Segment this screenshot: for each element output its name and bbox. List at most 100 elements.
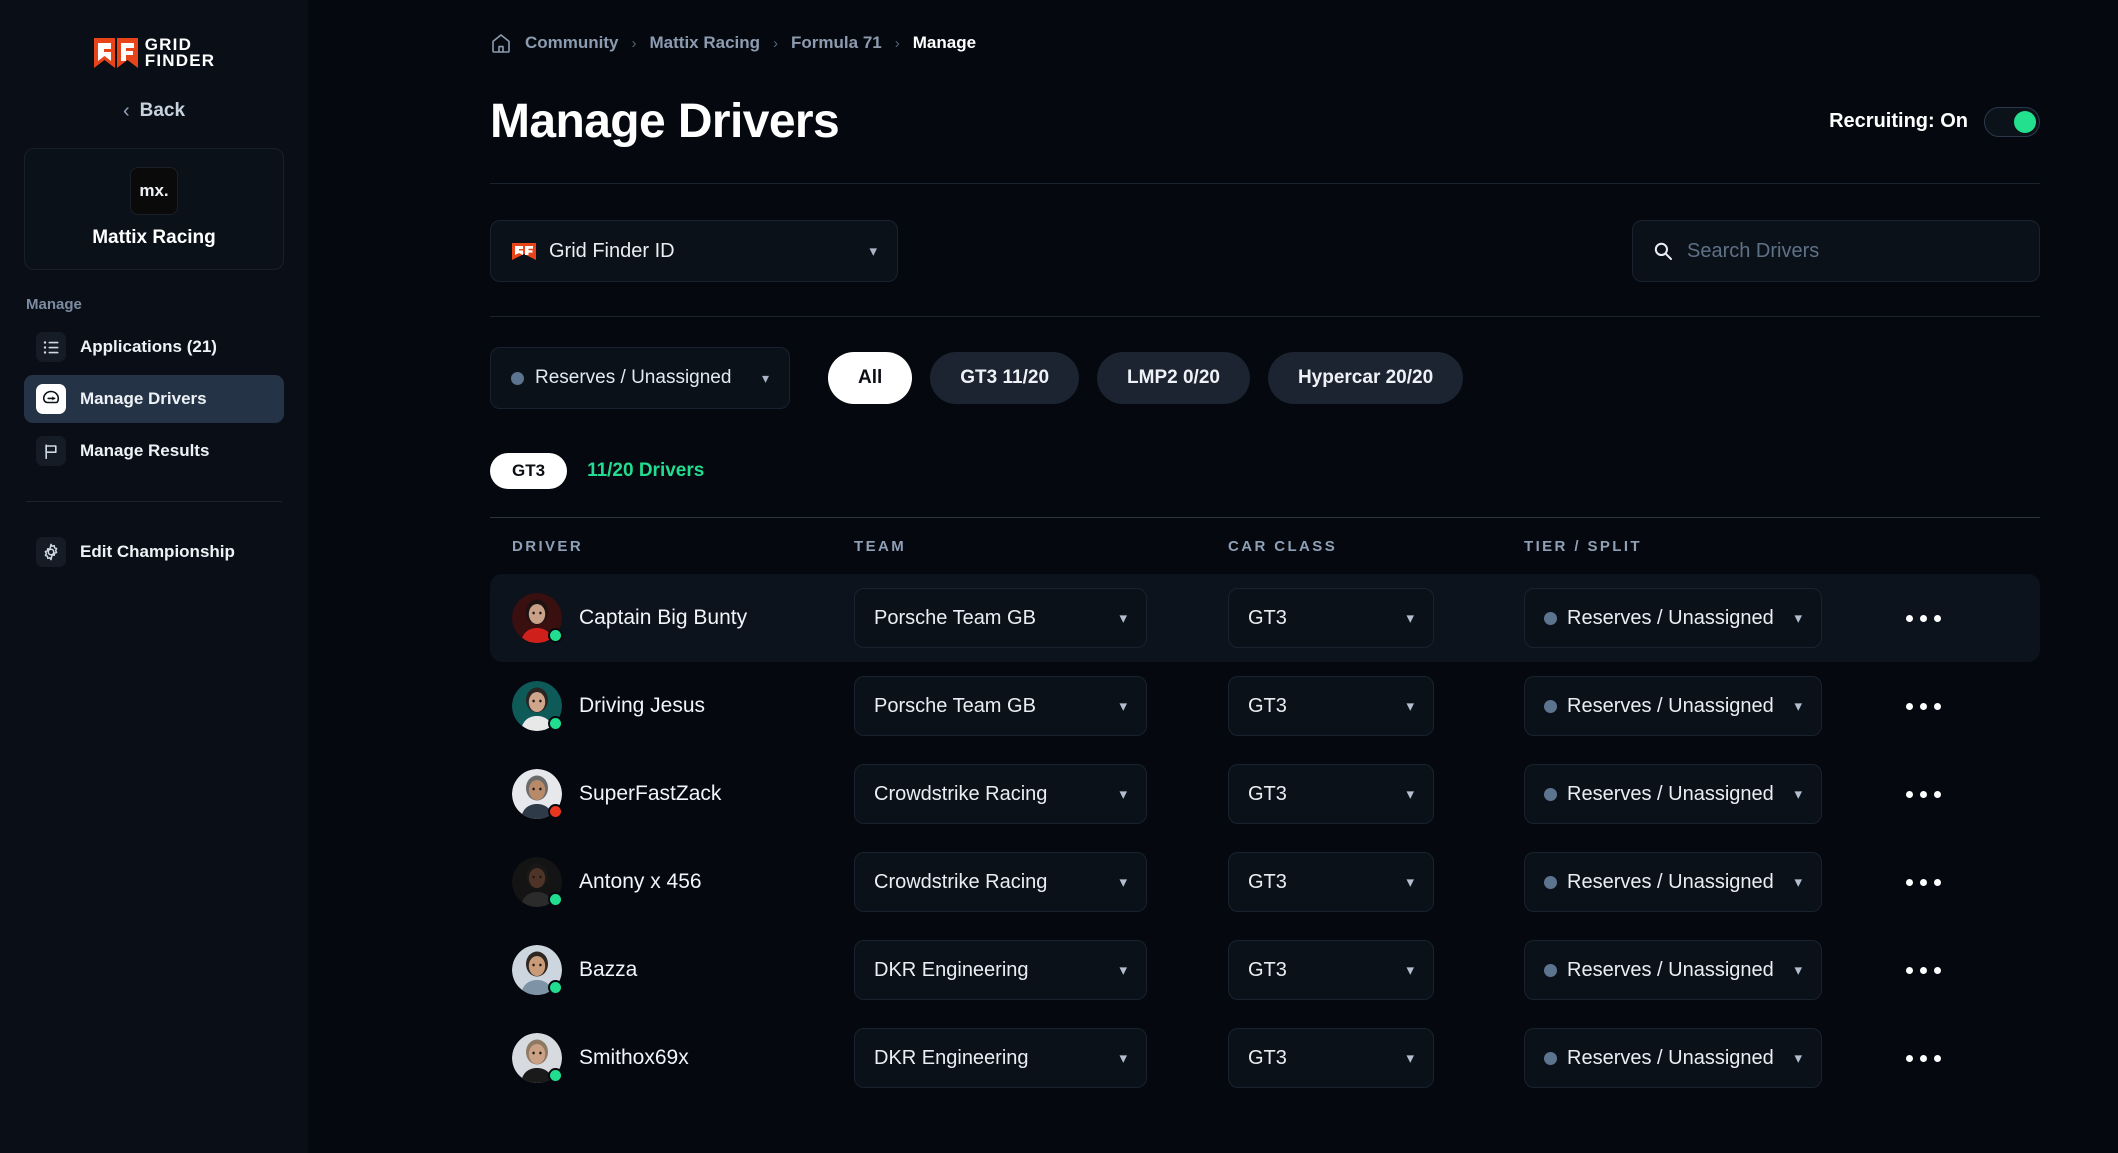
sidebar-item-manage-results[interactable]: Manage Results	[24, 427, 284, 475]
tier-split-select[interactable]: Reserves / Unassigned ▾	[1524, 588, 1822, 648]
team-select[interactable]: Porsche Team GB▾	[854, 588, 1147, 648]
team-card[interactable]: mx. Mattix Racing	[24, 148, 284, 270]
tier-split-select[interactable]: Reserves / Unassigned▾	[1524, 940, 1822, 1000]
avatar	[512, 769, 562, 819]
search-drivers-box[interactable]	[1632, 220, 2040, 282]
car-class-select-value: GT3	[1248, 959, 1396, 982]
chevron-down-icon: ▾	[1406, 609, 1414, 627]
tier-split-select[interactable]: Reserves / Unassigned▾	[1524, 764, 1822, 824]
table-header: DRIVER TEAM CAR CLASS TIER / SPLIT	[490, 518, 2040, 574]
car-class-select[interactable]: GT3▾	[1228, 764, 1434, 824]
class-pill-gt3[interactable]: GT3 11/20	[930, 352, 1079, 404]
table-row[interactable]: SuperFastZackCrowdstrike Racing▾GT3▾Rese…	[490, 750, 2040, 838]
car-class-select-value: GT3	[1248, 607, 1396, 630]
team-select[interactable]: Crowdstrike Racing▾	[854, 764, 1147, 824]
more-options-icon[interactable]	[1892, 967, 1941, 974]
class-pill-all[interactable]: All	[828, 352, 912, 404]
app-logo[interactable]: GRID FINDER	[24, 36, 284, 70]
breadcrumb-item-community[interactable]: Community	[525, 33, 619, 53]
list-icon	[36, 332, 66, 362]
more-options-icon[interactable]	[1892, 1055, 1941, 1062]
class-pill-hypercar[interactable]: Hypercar 20/20	[1268, 352, 1463, 404]
breadcrumb-item-formula-71[interactable]: Formula 71	[791, 33, 882, 53]
tier-split-select-value: Reserves / Unassigned	[1567, 871, 1784, 894]
chevron-down-icon: ▾	[1794, 609, 1802, 627]
logo-text-line2: FINDER	[145, 53, 215, 69]
car-class-select[interactable]: GT3▾	[1228, 852, 1434, 912]
breadcrumb: Community › Mattix Racing › Formula 71 ›…	[490, 26, 2040, 60]
team-select-value: DKR Engineering	[874, 959, 1109, 982]
class-chip-gt3: GT3	[490, 453, 567, 489]
car-class-cell: GT3▾	[1228, 676, 1524, 736]
table-row[interactable]: BazzaDKR Engineering▾GT3▾Reserves / Unas…	[490, 926, 2040, 1014]
team-name: Mattix Racing	[92, 227, 216, 249]
class-pill-lmp2[interactable]: LMP2 0/20	[1097, 352, 1250, 404]
back-label: Back	[140, 100, 185, 122]
team-select-value: DKR Engineering	[874, 1047, 1109, 1070]
actions-cell	[1892, 967, 2040, 974]
table-row[interactable]: Antony x 456Crowdstrike Racing▾GT3▾Reser…	[490, 838, 2040, 926]
search-input[interactable]	[1687, 240, 2019, 263]
table-row[interactable]: Smithox69xDKR Engineering▾GT3▾Reserves /…	[490, 1014, 2040, 1102]
chevron-down-icon: ▾	[869, 242, 877, 260]
status-indicator-online	[548, 980, 563, 995]
recruiting-control: Recruiting: On	[1829, 107, 2040, 137]
sidebar-item-edit-championship[interactable]: Edit Championship	[24, 528, 284, 576]
tier-split-select-value: Reserves / Unassigned	[1567, 959, 1784, 982]
column-header-driver: DRIVER	[490, 538, 854, 555]
more-options-icon[interactable]	[1892, 615, 1941, 622]
team-select-value: Porsche Team GB	[874, 607, 1109, 630]
team-select-value: Crowdstrike Racing	[874, 783, 1109, 806]
more-options-icon[interactable]	[1892, 791, 1941, 798]
page-title: Manage Drivers	[490, 94, 839, 149]
tier-split-filter[interactable]: Reserves / Unassigned ▾	[490, 347, 790, 409]
breadcrumb-separator: ›	[773, 35, 778, 52]
car-class-select[interactable]: GT3▾	[1228, 676, 1434, 736]
car-class-select[interactable]: GT3▾	[1228, 940, 1434, 1000]
chevron-down-icon: ▾	[1794, 873, 1802, 891]
team-select[interactable]: Porsche Team GB▾	[854, 676, 1147, 736]
home-icon[interactable]	[490, 32, 512, 54]
car-class-cell: GT3 ▾	[1228, 588, 1524, 648]
actions-cell	[1892, 791, 2040, 798]
sidebar-item-applications-label: Applications (21)	[80, 337, 217, 357]
table-row[interactable]: Captain Big BuntyPorsche Team GB▾GT3▾Res…	[490, 574, 2040, 662]
driver-cell: Driving Jesus	[490, 681, 854, 731]
tier-split-select[interactable]: Reserves / Unassigned▾	[1524, 676, 1822, 736]
team-cell: Crowdstrike Racing▾	[854, 764, 1228, 824]
filters-row: Grid Finder ID ▾	[490, 220, 2040, 282]
toggle-knob	[2014, 111, 2036, 133]
sidebar-item-manage-results-label: Manage Results	[80, 441, 209, 461]
breadcrumb-separator: ›	[895, 35, 900, 52]
tier-split-cell: Reserves / Unassigned ▾	[1524, 588, 1892, 648]
tier-split-select[interactable]: Reserves / Unassigned ▾	[1524, 852, 1822, 912]
car-class-select[interactable]: GT3▾	[1228, 1028, 1434, 1088]
team-select[interactable]: Crowdstrike Racing▾	[854, 852, 1147, 912]
team-select[interactable]: DKR Engineering ▾	[854, 940, 1147, 1000]
more-options-icon[interactable]	[1892, 879, 1941, 886]
grid-finder-id-select[interactable]: Grid Finder ID ▾	[490, 220, 898, 282]
team-cell: Crowdstrike Racing▾	[854, 852, 1228, 912]
car-class-cell: GT3▾	[1228, 940, 1524, 1000]
team-select[interactable]: DKR Engineering▾	[854, 1028, 1147, 1088]
tier-split-select[interactable]: Reserves / Unassigned▾	[1524, 1028, 1822, 1088]
back-button[interactable]: ‹ Back	[24, 100, 284, 122]
recruiting-toggle[interactable]	[1984, 107, 2040, 137]
breadcrumb-item-mattix-racing[interactable]: Mattix Racing	[650, 33, 761, 53]
sidebar-item-manage-drivers[interactable]: Manage Drivers	[24, 375, 284, 423]
helmet-icon	[36, 384, 66, 414]
chevron-down-icon: ▾	[1406, 697, 1414, 715]
chevron-down-icon: ▾	[1119, 961, 1127, 979]
car-class-select-value: GT3	[1248, 871, 1396, 894]
table-row[interactable]: Driving JesusPorsche Team GB▾GT3▾Reserve…	[490, 662, 2040, 750]
tier-status-dot-icon	[1544, 964, 1557, 977]
sidebar-item-applications[interactable]: Applications (21)	[24, 323, 284, 371]
tier-split-select-value: Reserves / Unassigned	[1567, 607, 1784, 630]
car-class-select[interactable]: GT3 ▾	[1228, 588, 1434, 648]
team-cell: DKR Engineering▾	[854, 1028, 1228, 1088]
driver-table-body: Captain Big BuntyPorsche Team GB▾GT3▾Res…	[490, 574, 2040, 1102]
avatar	[512, 681, 562, 731]
team-select-value: Porsche Team GB	[874, 695, 1109, 718]
more-options-icon[interactable]	[1892, 703, 1941, 710]
status-indicator-offline	[548, 804, 563, 819]
